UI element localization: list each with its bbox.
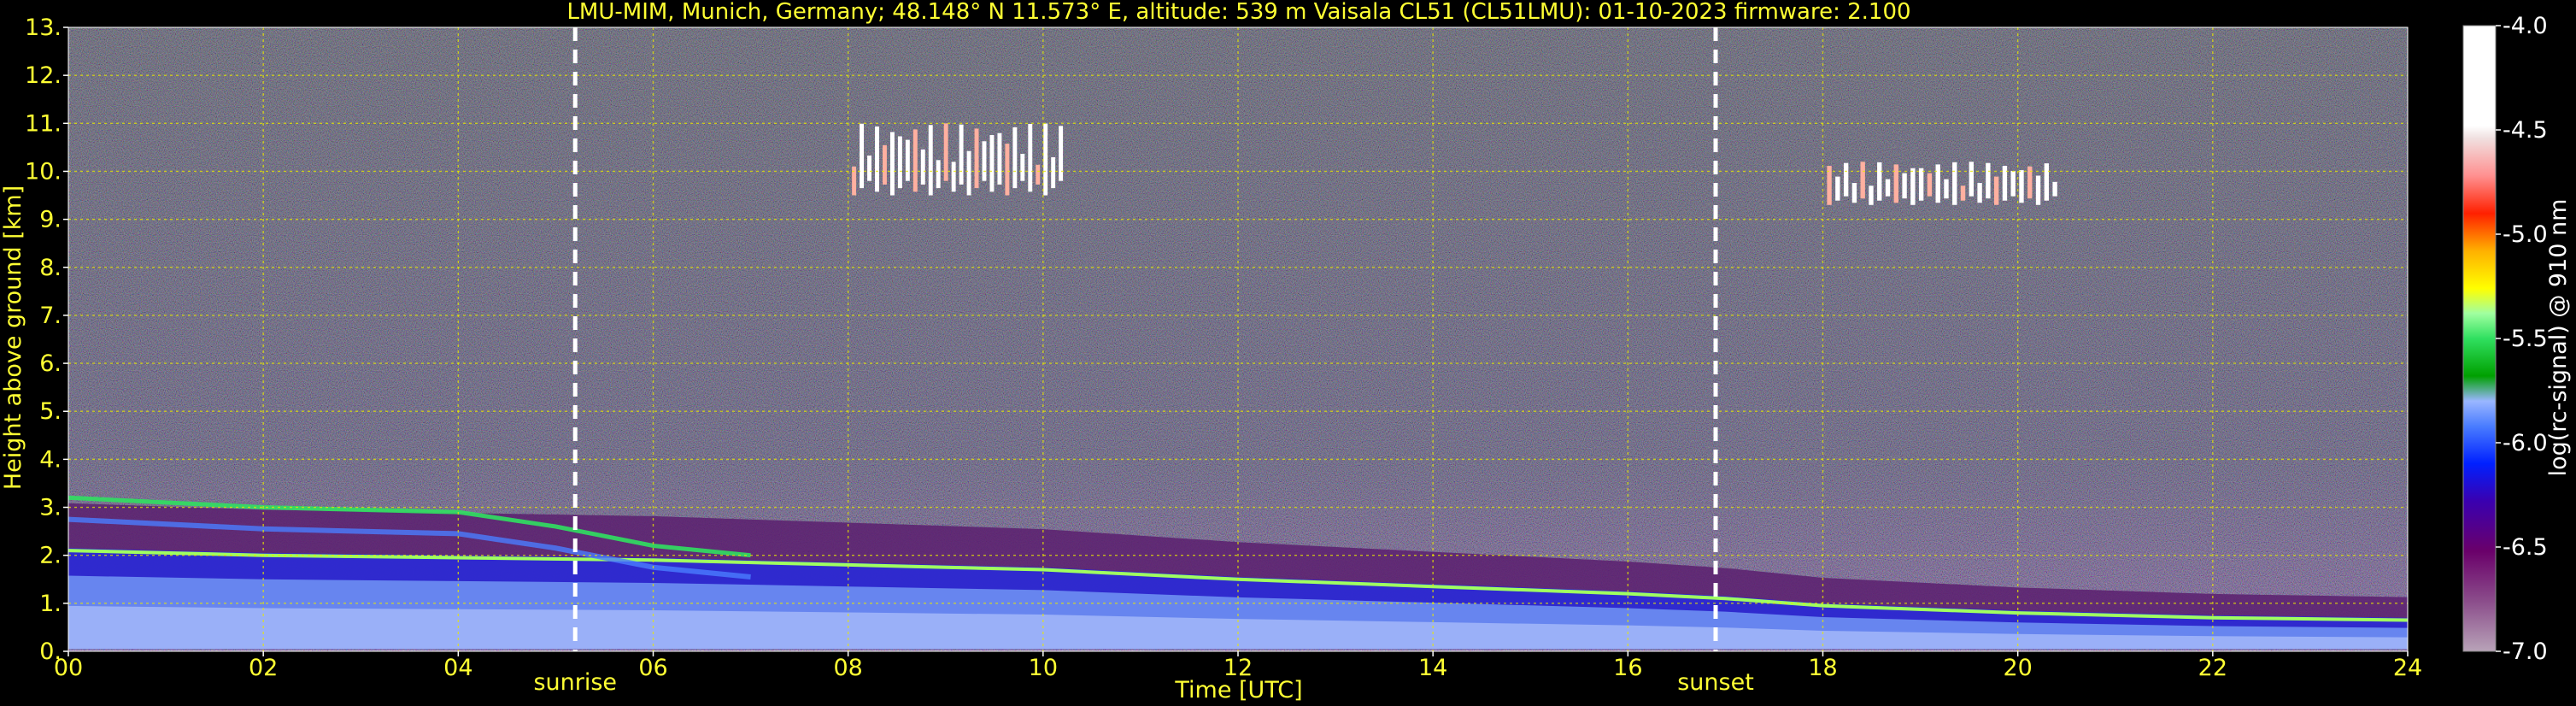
cirrus-streak	[1918, 168, 1924, 201]
cirrus-streak	[951, 162, 956, 192]
ceilometer-chart: sunrise sunset 00 02 04 06 08 10 12 14 16 18 20 22 24…	[0, 0, 2572, 703]
cirrus-streak	[897, 136, 902, 189]
colorbar-tick-label: -4.0	[2503, 13, 2548, 39]
cirrus-streak	[867, 155, 872, 181]
chart-title: LMU-MIM, Munich, Germany; 48.148° N 11.5…	[566, 0, 1910, 25]
colorbar-tick-label: -5.0	[2503, 221, 2548, 248]
colorbar-tick-label: -7.0	[2503, 638, 2548, 665]
x-tick-label: 04	[443, 655, 472, 681]
cirrus-streak	[889, 132, 895, 196]
x-tick-label: 14	[1418, 655, 1447, 681]
cirrus-streak	[1877, 162, 1882, 201]
cirrus-streak	[912, 129, 918, 192]
cirrus-streak	[1059, 126, 1064, 181]
x-tick-label: 20	[2003, 655, 2032, 681]
cirrus-streak	[1043, 123, 1048, 196]
cirrus-streak	[1977, 183, 1982, 203]
x-tick-label: 24	[2393, 655, 2422, 681]
x-tick-label: 18	[1808, 655, 1837, 681]
cirrus-streak	[989, 135, 995, 192]
cirrus-streak	[1005, 144, 1010, 196]
cirrus-streak	[905, 139, 910, 181]
y-axis-label: Height above ground [km]	[0, 185, 26, 490]
cirrus-streak	[1860, 162, 1865, 199]
y-tick-label: 4.	[39, 446, 62, 473]
cirrus-streak	[1935, 164, 1940, 203]
cirrus-streak	[928, 125, 933, 196]
cirrus-streak	[1843, 162, 1849, 197]
cirrus-streak	[1927, 173, 1933, 197]
x-tick-label: 10	[1029, 655, 1058, 681]
y-tick-label: 11.	[25, 110, 62, 137]
y-tick-label: 0.	[39, 638, 62, 665]
cirrus-streak	[1944, 179, 1949, 199]
y-tick-label: 7.	[39, 303, 62, 329]
cirrus-streak	[1012, 126, 1018, 189]
y-tick-label: 1.	[39, 591, 62, 617]
cirrus-streak	[2035, 175, 2041, 205]
cirrus-streak	[936, 160, 941, 189]
cirrus-streak	[2010, 170, 2016, 197]
x-tick-label: 22	[2198, 655, 2227, 681]
cirrus-streak	[1851, 183, 1857, 203]
cirrus-streak	[1020, 153, 1025, 181]
colorbar-tick-label: -6.0	[2503, 430, 2548, 456]
cirrus-streak	[974, 128, 979, 189]
cirrus-streak	[1952, 162, 1957, 205]
cirrus-streak	[2052, 181, 2057, 197]
colorbar-label: log(rc-signal) @ 910 nm	[2545, 199, 2572, 477]
cirrus-streak	[2044, 163, 2050, 201]
cirrus-streak	[1986, 162, 1991, 199]
x-axis-label: Time [UTC]	[1174, 677, 1302, 703]
cirrus-streak	[1910, 168, 1916, 205]
y-tick-label: 6.	[39, 350, 62, 377]
colorbar-tick-label: -6.5	[2503, 534, 2548, 561]
cirrus-streak	[997, 132, 1002, 185]
colorbar-tick-label: -5.5	[2503, 326, 2548, 352]
x-tick-label: 16	[1613, 655, 1642, 681]
cirrus-streak	[1835, 176, 1840, 201]
cirrus-streak	[860, 123, 865, 189]
x-tick-label: 02	[249, 655, 278, 681]
sunrise-label: sunrise	[533, 669, 617, 696]
cirrus-streak	[1036, 164, 1041, 185]
cirrus-streak	[2019, 170, 2024, 203]
y-tick-label: 5.	[39, 398, 62, 425]
cirrus-streak	[943, 123, 948, 181]
x-tick-label: 08	[833, 655, 862, 681]
colorbar-gradient	[2463, 26, 2496, 651]
cirrus-streak	[1993, 176, 1999, 205]
colorbar: -4.0 -4.5 -5.0 -5.5 -6.0 -6.5 -7.0	[2462, 13, 2548, 665]
cirrus-streak	[1885, 179, 1891, 197]
cirrus-streak	[1960, 185, 1966, 201]
colorbar-tick-label: -4.5	[2503, 117, 2548, 144]
y-tick-label: 2.	[39, 543, 62, 569]
y-tick-label: 9.	[39, 207, 62, 233]
cirrus-streak	[920, 149, 925, 185]
y-tick-label: 12.	[25, 62, 62, 89]
x-tick-label: 06	[638, 655, 667, 681]
sunset-label: sunset	[1677, 669, 1754, 696]
cirrus-streak	[1028, 124, 1033, 192]
y-tick-label: 8.	[39, 255, 62, 281]
cirrus-streak	[1902, 173, 1907, 199]
y-tick-label: 13.	[25, 15, 62, 41]
cirrus-streak	[982, 141, 987, 181]
cirrus-streak	[959, 124, 964, 185]
cirrus-streak	[1051, 156, 1056, 189]
cirrus-streak	[1969, 162, 1975, 197]
cirrus-streak	[966, 150, 971, 196]
cirrus-streak	[1869, 185, 1874, 205]
cirrus-streak	[883, 144, 887, 185]
cirrus-streak	[1893, 164, 1898, 203]
cirrus-streak	[875, 126, 879, 192]
y-tick-label: 3.	[39, 495, 62, 521]
y-tick-label: 10.	[25, 158, 62, 185]
